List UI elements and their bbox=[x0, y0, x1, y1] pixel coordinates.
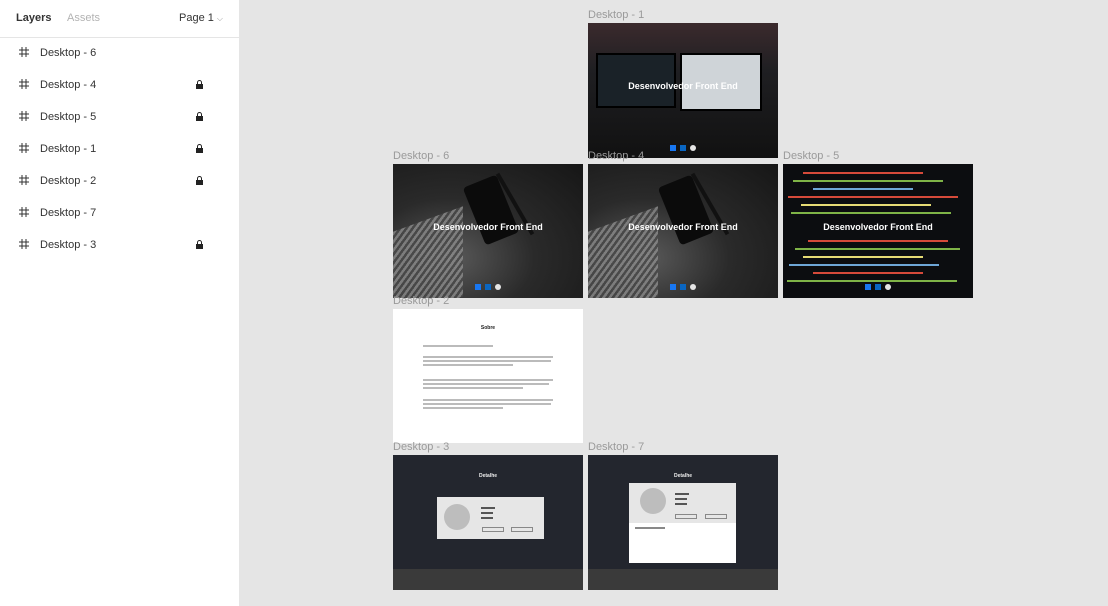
card-button[interactable] bbox=[705, 514, 727, 519]
lock-icon[interactable] bbox=[196, 176, 203, 185]
layer-name: Desktop - 1 bbox=[40, 143, 97, 155]
frame-desktop-4[interactable]: Desenvolvedor Front End bbox=[588, 164, 778, 298]
frame-desktop-6[interactable]: Desenvolvedor Front End bbox=[393, 164, 583, 298]
paragraph bbox=[423, 345, 553, 349]
linkedin-icon bbox=[485, 284, 491, 290]
card-button[interactable] bbox=[675, 514, 697, 519]
page-selector-label: Page 1 bbox=[179, 12, 214, 24]
layer-item[interactable]: Desktop - 7 bbox=[0, 198, 239, 230]
layer-name: Desktop - 4 bbox=[40, 79, 97, 91]
github-icon bbox=[495, 284, 501, 290]
facebook-icon bbox=[670, 145, 676, 151]
layer-name: Desktop - 2 bbox=[40, 175, 97, 187]
footer bbox=[588, 569, 778, 590]
page-selector[interactable]: Page 1 ⌵ bbox=[179, 12, 223, 24]
linkedin-icon bbox=[680, 284, 686, 290]
frame-desktop-2[interactable]: Sobre bbox=[393, 309, 583, 443]
code-line bbox=[793, 180, 943, 182]
social-links bbox=[393, 284, 583, 291]
footer bbox=[393, 569, 583, 590]
social-links bbox=[588, 284, 778, 291]
social-links bbox=[783, 284, 973, 291]
hero-title: Desenvolvedor Front End bbox=[628, 222, 738, 232]
code-line bbox=[791, 212, 951, 214]
frame-hash-icon bbox=[19, 143, 29, 153]
github-icon bbox=[885, 284, 891, 290]
frame-label[interactable]: Desktop - 4 bbox=[588, 150, 644, 162]
detail-card bbox=[437, 497, 544, 539]
frame-hash-icon bbox=[19, 111, 29, 121]
github-icon bbox=[690, 145, 696, 151]
hero-title: Desenvolvedor Front End bbox=[823, 222, 933, 232]
layer-item[interactable]: Desktop - 3 bbox=[0, 230, 239, 262]
section-heading: Detalhe bbox=[673, 473, 693, 479]
design-canvas[interactable]: Desktop - 1 Desenvolvedor Front End Desk… bbox=[241, 0, 1108, 606]
frame-label[interactable]: Desktop - 2 bbox=[393, 295, 449, 307]
linkedin-icon bbox=[875, 284, 881, 290]
lock-icon[interactable] bbox=[196, 144, 203, 153]
phone-image bbox=[462, 174, 520, 246]
facebook-icon bbox=[865, 284, 871, 290]
layer-item[interactable]: Desktop - 1 bbox=[0, 134, 239, 166]
frame-desktop-3[interactable]: Detalhe bbox=[393, 455, 583, 590]
frame-label[interactable]: Desktop - 3 bbox=[393, 441, 449, 453]
layer-name: Desktop - 5 bbox=[40, 111, 97, 123]
tab-assets[interactable]: Assets bbox=[67, 12, 100, 24]
panel-tabs: Layers Assets Page 1 ⌵ bbox=[0, 0, 239, 38]
frame-label[interactable]: Desktop - 6 bbox=[393, 150, 449, 162]
frame-desktop-1[interactable]: Desenvolvedor Front End bbox=[588, 23, 778, 158]
card-button[interactable] bbox=[511, 527, 533, 532]
code-line bbox=[803, 256, 923, 258]
layer-name: Desktop - 7 bbox=[40, 207, 97, 219]
layer-name: Desktop - 3 bbox=[40, 239, 97, 251]
github-icon bbox=[690, 284, 696, 290]
paragraph bbox=[423, 379, 553, 391]
paragraph bbox=[423, 356, 553, 368]
facebook-icon bbox=[670, 284, 676, 290]
code-line bbox=[788, 196, 958, 198]
chevron-down-icon: ⌵ bbox=[216, 14, 223, 23]
code-line bbox=[813, 272, 923, 274]
layer-item[interactable]: Desktop - 2 bbox=[0, 166, 239, 198]
frame-label[interactable]: Desktop - 1 bbox=[588, 9, 644, 21]
frame-hash-icon bbox=[19, 79, 29, 89]
layer-list: Desktop - 6 Desktop - 4 Desktop - 5 Desk… bbox=[0, 38, 239, 262]
hero-title: Desenvolvedor Front End bbox=[433, 222, 543, 232]
layer-name: Desktop - 6 bbox=[40, 47, 97, 59]
code-line bbox=[813, 188, 913, 190]
code-line bbox=[801, 204, 931, 206]
code-line bbox=[789, 264, 939, 266]
hero-title: Desenvolvedor Front End bbox=[628, 81, 738, 91]
code-line bbox=[795, 248, 960, 250]
frame-desktop-5[interactable]: Desenvolvedor Front End bbox=[783, 164, 973, 298]
frame-hash-icon bbox=[19, 239, 29, 249]
frame-desktop-7[interactable]: Detalhe bbox=[588, 455, 778, 590]
lock-icon[interactable] bbox=[196, 80, 203, 89]
paragraph bbox=[423, 399, 553, 411]
linkedin-icon bbox=[680, 145, 686, 151]
frame-hash-icon bbox=[19, 207, 29, 217]
section-heading: Sobre bbox=[480, 325, 496, 331]
layer-item[interactable]: Desktop - 4 bbox=[0, 70, 239, 102]
section-heading: Detalhe bbox=[478, 473, 498, 479]
avatar bbox=[444, 504, 470, 530]
frame-hash-icon bbox=[19, 175, 29, 185]
layer-item[interactable]: Desktop - 6 bbox=[0, 38, 239, 70]
facebook-icon bbox=[475, 284, 481, 290]
lock-icon[interactable] bbox=[196, 112, 203, 121]
layer-item[interactable]: Desktop - 5 bbox=[0, 102, 239, 134]
frame-hash-icon bbox=[19, 47, 29, 57]
code-line bbox=[803, 172, 923, 174]
phone-image bbox=[657, 174, 715, 246]
detail-card bbox=[629, 483, 736, 563]
layers-panel: Layers Assets Page 1 ⌵ Desktop - 6 Deskto… bbox=[0, 0, 240, 606]
code-line bbox=[787, 280, 957, 282]
tab-layers[interactable]: Layers bbox=[16, 12, 51, 24]
card-button[interactable] bbox=[482, 527, 504, 532]
lock-icon[interactable] bbox=[196, 240, 203, 249]
avatar bbox=[640, 488, 666, 514]
frame-label[interactable]: Desktop - 7 bbox=[588, 441, 644, 453]
code-line bbox=[808, 240, 948, 242]
frame-label[interactable]: Desktop - 5 bbox=[783, 150, 839, 162]
